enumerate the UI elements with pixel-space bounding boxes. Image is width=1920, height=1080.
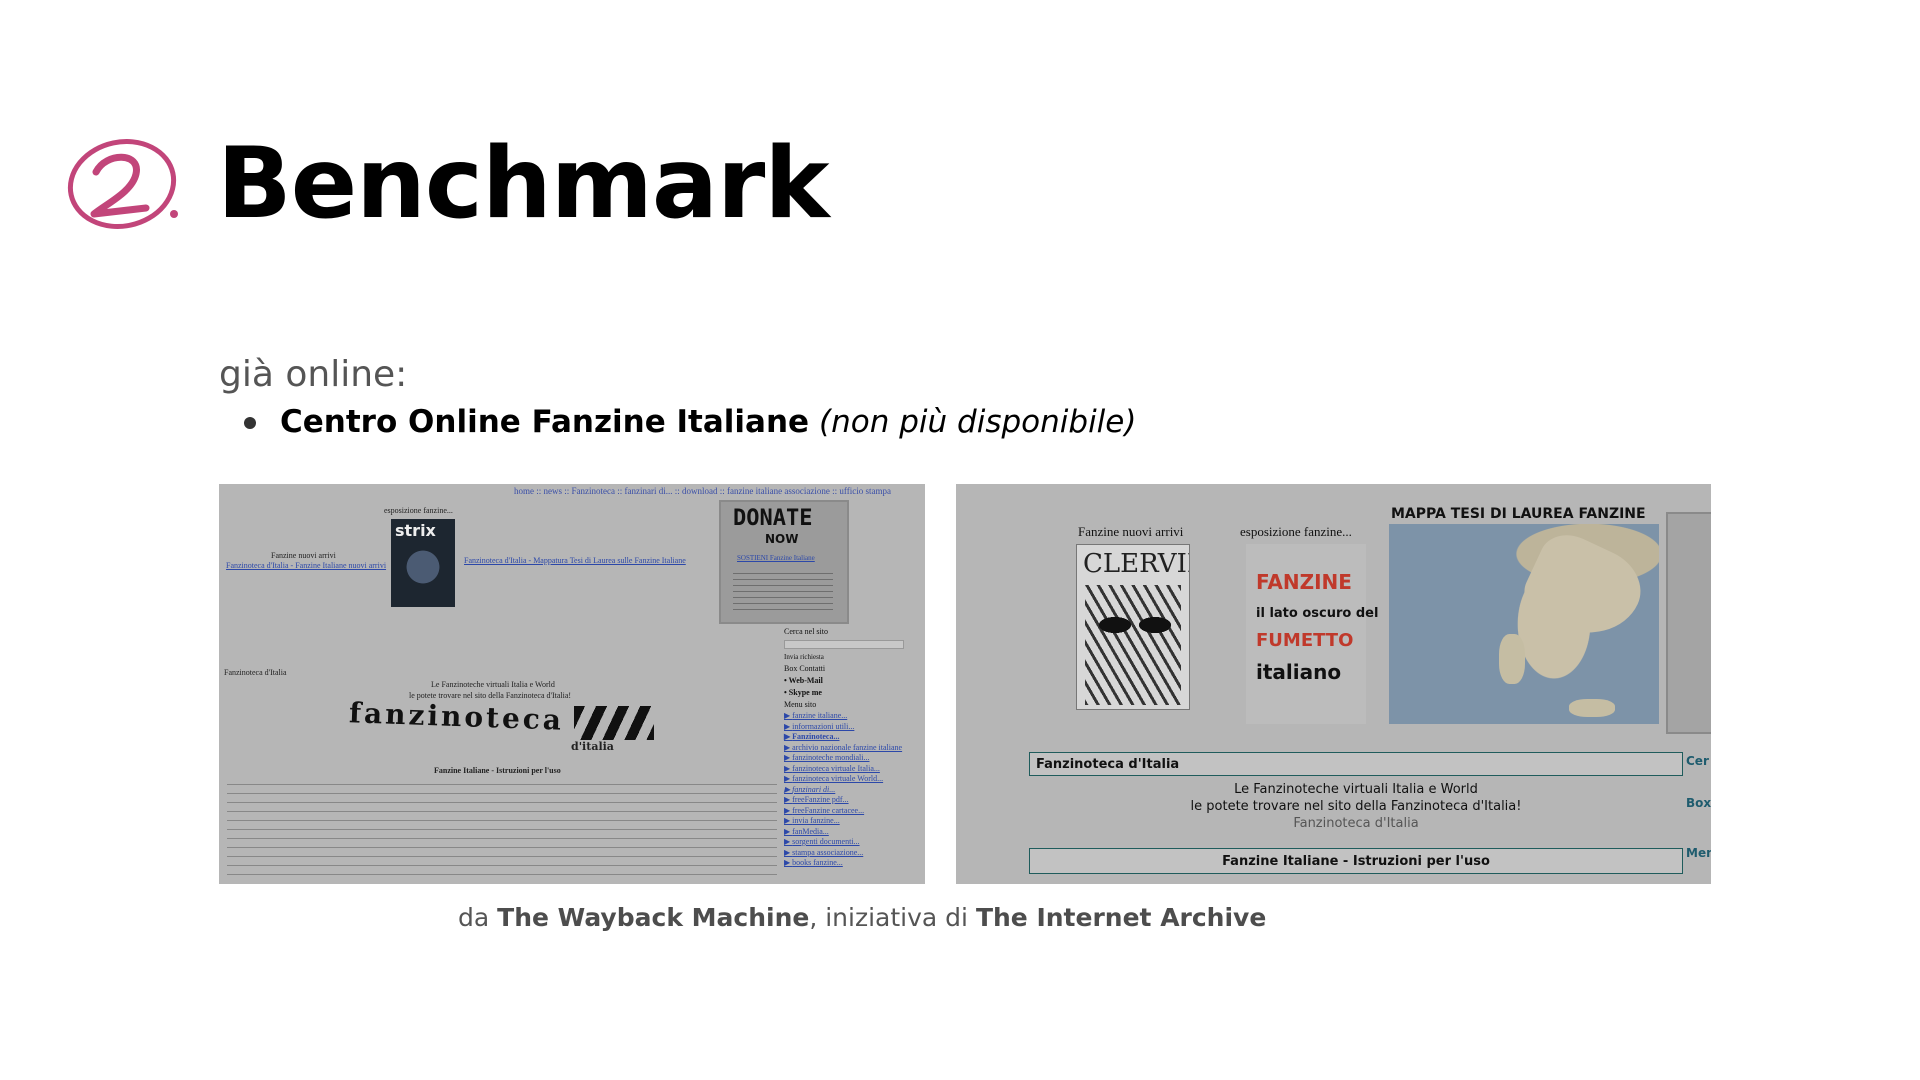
- comic-title: CLERVILLE: [1083, 549, 1189, 579]
- info-paragraphs: [227, 778, 777, 882]
- caption-middle: , iniziativa di: [809, 903, 976, 932]
- page-title: Benchmark: [217, 127, 830, 241]
- skype-link[interactable]: • Skype me: [784, 687, 924, 699]
- menu-heading: Men: [1686, 846, 1711, 860]
- menu-item[interactable]: ▶ fanMedia...: [784, 827, 924, 838]
- donate-now-text: NOW: [765, 532, 799, 546]
- nuovi-arrivi-label: Fanzine nuovi arrivi: [1078, 524, 1184, 539]
- menu-item[interactable]: ▶ books fanzine...: [784, 858, 924, 869]
- poster-italiano: italiano: [1256, 660, 1342, 684]
- italy-map[interactable]: [1389, 524, 1659, 724]
- caption-source: The Wayback Machine: [497, 903, 810, 932]
- donate-link[interactable]: SOSTIENI Fanzine Italiane: [737, 554, 815, 562]
- intro-line-3: Fanzinoteca d'Italia: [1293, 816, 1419, 831]
- donate-description: [733, 568, 833, 612]
- caption-org: The Internet Archive: [975, 903, 1267, 932]
- menu-item[interactable]: ▶ fanzinoteche mondiali...: [784, 753, 924, 764]
- fanzinoteca-logo: fanzinoteca: [348, 696, 565, 737]
- invia-button[interactable]: Invia richiesta: [784, 651, 924, 663]
- image-caption: da The Wayback Machine, iniziativa di Th…: [458, 903, 1266, 932]
- poster-fanzine: FANZINE: [1256, 570, 1352, 594]
- nuovi-arrivi-link[interactable]: Fanzinoteca d'Italia - Fanzine Italiane …: [226, 561, 386, 570]
- mappa-tesi-link[interactable]: Fanzinoteca d'Italia - Mappatura Tesi di…: [464, 556, 686, 565]
- intro-line-1: Le Fanzinoteche virtuali Italia e World: [431, 680, 555, 689]
- menu-item[interactable]: ▶ stampa associazione...: [784, 848, 924, 859]
- menu-item[interactable]: ▶ fanzinoteca virtuale World...: [784, 774, 924, 785]
- menu-item[interactable]: ▶ sorgenti documenti...: [784, 837, 924, 848]
- screenshot-old-site-1: home :: news :: Fanzinoteca :: fanzinari…: [219, 484, 925, 884]
- expo-label: esposizione fanzine...: [384, 506, 453, 515]
- comic-cover-image: strix: [391, 519, 455, 607]
- menu-item[interactable]: ▶ freeFanzine pdf...: [784, 795, 924, 806]
- search-heading: Cer: [1686, 754, 1709, 768]
- fanzine-poster-image: FANZINE il lato oscuro del FUMETTO itali…: [1246, 544, 1378, 724]
- logo-stripes-icon: [574, 706, 654, 740]
- menu-item[interactable]: ▶ invia fanzine...: [784, 816, 924, 827]
- fanzinoteca-label: Fanzinoteca d'Italia: [224, 668, 287, 677]
- menu-label: Menu sito: [784, 700, 817, 709]
- donate-text: DONATE: [733, 506, 813, 531]
- box-heading: Box: [1686, 796, 1711, 810]
- nuovi-arrivi-label: Fanzine nuovi arrivi: [271, 551, 336, 560]
- menu-item[interactable]: ▶ archivio nazionale fanzine italiane: [784, 743, 924, 754]
- intro-line-2: le potete trovare nel sito della Fanzino…: [1190, 799, 1522, 814]
- fanzinoteca-box-title: Fanzinoteca d'Italia: [1029, 752, 1683, 776]
- comic-title: strix: [395, 521, 436, 540]
- istruzioni-box-title: Fanzine Italiane - Istruzioni per l'uso: [1029, 848, 1683, 874]
- istruzioni-heading: Fanzine Italiane - Istruzioni per l'uso: [434, 766, 561, 775]
- nav-links: home :: news :: Fanzinoteca :: fanzinari…: [514, 486, 891, 496]
- number-badge-icon: [66, 134, 186, 234]
- bullet-icon: [244, 417, 256, 429]
- webmail-link[interactable]: • Web-Mail: [784, 675, 924, 687]
- screenshot-old-site-2: Fanzine nuovi arrivi CLERVILLE esposizio…: [956, 484, 1711, 884]
- menu-item[interactable]: ▶ fanzine italiane...: [784, 711, 924, 722]
- menu-item[interactable]: ▶ fanzinoteca virtuale Italia...: [784, 764, 924, 775]
- sidebar: Cerca nel sito Invia richiesta Box Conta…: [784, 626, 924, 869]
- intro-line-1: Le Fanzinoteche virtuali Italia e World: [1234, 782, 1478, 797]
- list-item: Centro Online Fanzine Italiane (non più …: [244, 400, 1136, 444]
- poster-lato: il lato oscuro del: [1256, 606, 1379, 621]
- caption-prefix: da: [458, 903, 498, 932]
- menu-item[interactable]: ▶ Fanzinoteca...: [784, 732, 924, 743]
- box-contatti-label: Box Contatti: [784, 664, 826, 673]
- bullet-em-text: (non più disponibile): [819, 404, 1137, 440]
- donate-banner[interactable]: [1666, 512, 1711, 734]
- search-input[interactable]: [784, 640, 904, 649]
- search-label: Cerca nel sito: [784, 627, 828, 636]
- menu-item[interactable]: ▶ informazioni utili...: [784, 722, 924, 733]
- menu-item[interactable]: ▶ freeFanzine cartacee...: [784, 806, 924, 817]
- comic-cover-image: CLERVILLE: [1076, 544, 1190, 710]
- subheading: già online:: [219, 354, 408, 395]
- donate-banner[interactable]: DONATE NOW SOSTIENI Fanzine Italiane: [719, 500, 849, 624]
- logo-subtitle: d'italia: [571, 740, 614, 753]
- map-title: MAPPA TESI DI LAUREA FANZINE: [1391, 506, 1646, 522]
- poster-fumetto: FUMETTO: [1256, 630, 1354, 651]
- menu-item[interactable]: ▶ fanzinari di...: [784, 785, 924, 796]
- bullet-strong-text: Centro Online Fanzine Italiane: [280, 404, 810, 440]
- expo-label: esposizione fanzine...: [1240, 524, 1352, 539]
